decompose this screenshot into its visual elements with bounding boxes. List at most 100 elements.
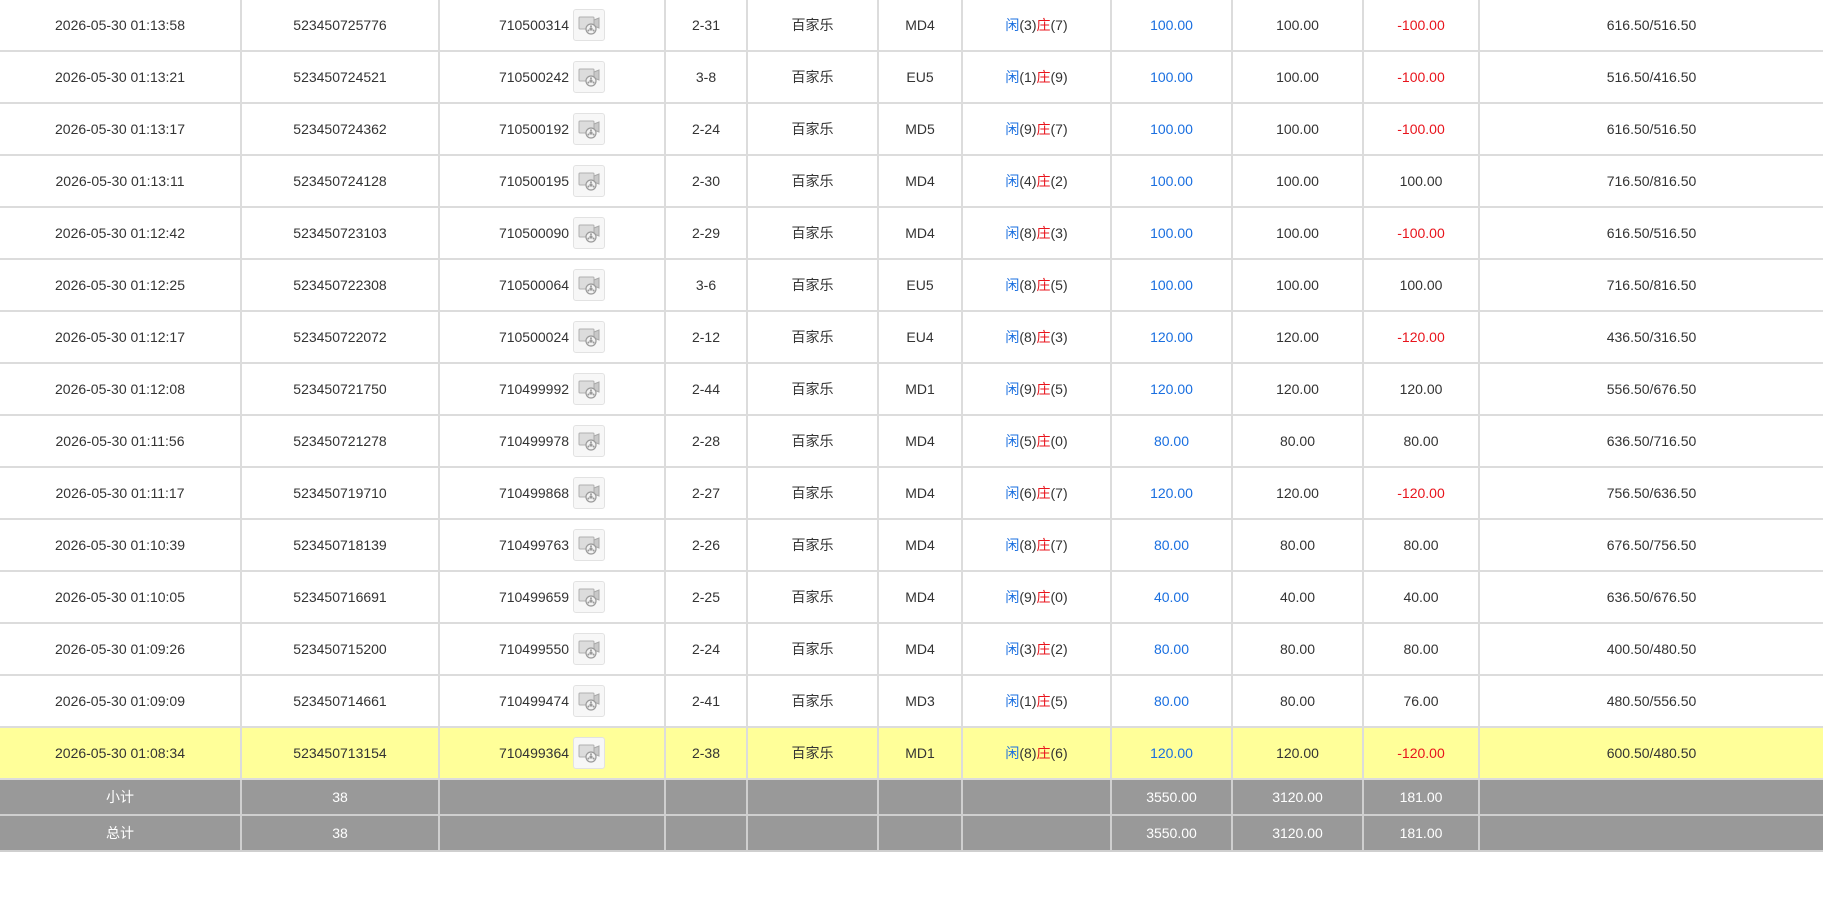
round-id: 710499978 xyxy=(498,433,570,449)
replay-button[interactable] xyxy=(573,581,606,613)
banker-label: 庄 xyxy=(1036,693,1051,709)
player-points: (3) xyxy=(1019,641,1037,657)
table-row: 2026-05-30 01:11:17 523450719710 7104998… xyxy=(0,466,1823,520)
table-code: EU5 xyxy=(877,258,963,312)
replay-button[interactable] xyxy=(573,373,606,405)
total-empty-cell xyxy=(1478,814,1823,852)
bet-time: 2026-05-30 01:13:58 xyxy=(0,0,242,52)
shoe-number: 2-28 xyxy=(664,414,748,468)
subtotal-empty-cell xyxy=(1478,778,1823,816)
bet-amount: 120.00 xyxy=(1110,310,1233,364)
round-id: 710499659 xyxy=(498,589,570,605)
table-code: MD4 xyxy=(877,518,963,572)
game-type: 百家乐 xyxy=(746,466,879,520)
subtotal-count: 38 xyxy=(240,778,440,816)
banker-label: 庄 xyxy=(1036,329,1051,345)
win-loss-amount: -100.00 xyxy=(1362,206,1480,260)
banker-label: 庄 xyxy=(1036,589,1051,605)
game-result: 闲(8)庄(5) xyxy=(961,258,1112,312)
bet-amount: 80.00 xyxy=(1110,674,1233,728)
bet-time: 2026-05-30 01:11:56 xyxy=(0,414,242,468)
table-row: 2026-05-30 01:12:08 523450721750 7104999… xyxy=(0,362,1823,416)
replay-button[interactable] xyxy=(573,9,606,41)
total-bet: 3550.00 xyxy=(1110,814,1233,852)
bet-time: 2026-05-30 01:10:39 xyxy=(0,518,242,572)
subtotal-label: 小计 xyxy=(0,778,242,816)
replay-button[interactable] xyxy=(573,425,606,457)
balance-before-after: 756.50/636.50 xyxy=(1478,466,1823,520)
table-row: 2026-05-30 01:08:34 523450713154 7104993… xyxy=(0,726,1823,780)
banker-label: 庄 xyxy=(1036,277,1051,293)
round-id-cell: 710499868 xyxy=(438,466,666,520)
valid-bet-amount: 100.00 xyxy=(1231,154,1364,208)
game-type: 百家乐 xyxy=(746,674,879,728)
replay-button[interactable] xyxy=(573,217,606,249)
replay-button[interactable] xyxy=(573,61,606,93)
player-points: (4) xyxy=(1019,173,1037,189)
round-id: 710499550 xyxy=(498,641,570,657)
table-row: 2026-05-30 01:09:26 523450715200 7104995… xyxy=(0,622,1823,676)
banker-label: 庄 xyxy=(1036,69,1051,85)
player-points: (3) xyxy=(1019,17,1037,33)
round-id-cell: 710499364 xyxy=(438,726,666,780)
replay-button[interactable] xyxy=(573,113,606,145)
replay-button[interactable] xyxy=(573,633,606,665)
bet-time: 2026-05-30 01:12:25 xyxy=(0,258,242,312)
player-points: (8) xyxy=(1019,277,1037,293)
bet-id: 523450722072 xyxy=(240,310,440,364)
bet-amount: 80.00 xyxy=(1110,622,1233,676)
player-points: (8) xyxy=(1019,329,1037,345)
player-label: 闲 xyxy=(1005,17,1020,33)
round-id-cell: 710500195 xyxy=(438,154,666,208)
game-result: 闲(8)庄(3) xyxy=(961,310,1112,364)
win-loss-amount: 120.00 xyxy=(1362,362,1480,416)
bet-time: 2026-05-30 01:12:17 xyxy=(0,310,242,364)
replay-button[interactable] xyxy=(573,321,606,353)
bet-amount: 120.00 xyxy=(1110,362,1233,416)
bet-time: 2026-05-30 01:13:11 xyxy=(0,154,242,208)
shoe-number: 2-27 xyxy=(664,466,748,520)
game-result: 闲(3)庄(7) xyxy=(961,0,1112,52)
table-row: 2026-05-30 01:12:25 523450722308 7105000… xyxy=(0,258,1823,312)
replay-button[interactable] xyxy=(573,529,606,561)
video-replay-icon xyxy=(578,276,600,295)
banker-points: (2) xyxy=(1050,173,1068,189)
bet-time: 2026-05-30 01:10:05 xyxy=(0,570,242,624)
round-id-cell: 710500242 xyxy=(438,50,666,104)
table-row: 2026-05-30 01:09:09 523450714661 7104994… xyxy=(0,674,1823,728)
replay-button[interactable] xyxy=(573,685,606,717)
game-type: 百家乐 xyxy=(746,258,879,312)
total-row: 总计 38 3550.00 3120.00 181.00 xyxy=(0,814,1823,852)
balance-before-after: 636.50/676.50 xyxy=(1478,570,1823,624)
replay-button[interactable] xyxy=(573,165,606,197)
bet-time: 2026-05-30 01:09:26 xyxy=(0,622,242,676)
game-type: 百家乐 xyxy=(746,0,879,52)
round-id-cell: 710499659 xyxy=(438,570,666,624)
round-id-cell: 710499550 xyxy=(438,622,666,676)
game-type: 百家乐 xyxy=(746,622,879,676)
game-result: 闲(9)庄(7) xyxy=(961,102,1112,156)
bet-time: 2026-05-30 01:13:21 xyxy=(0,50,242,104)
banker-points: (7) xyxy=(1050,485,1068,501)
bet-amount: 100.00 xyxy=(1110,50,1233,104)
player-points: (1) xyxy=(1019,69,1037,85)
banker-label: 庄 xyxy=(1036,641,1051,657)
table-row: 2026-05-30 01:13:17 523450724362 7105001… xyxy=(0,102,1823,156)
banker-points: (7) xyxy=(1050,121,1068,137)
player-points: (5) xyxy=(1019,433,1037,449)
total-win-loss: 181.00 xyxy=(1362,814,1480,852)
replay-button[interactable] xyxy=(573,737,606,769)
bet-time: 2026-05-30 01:12:08 xyxy=(0,362,242,416)
replay-button[interactable] xyxy=(573,269,606,301)
total-empty-cell xyxy=(961,814,1112,852)
table-code: MD4 xyxy=(877,570,963,624)
win-loss-amount: 40.00 xyxy=(1362,570,1480,624)
win-loss-amount: -120.00 xyxy=(1362,310,1480,364)
video-replay-icon xyxy=(578,224,600,243)
valid-bet-amount: 100.00 xyxy=(1231,102,1364,156)
subtotal-win-loss: 181.00 xyxy=(1362,778,1480,816)
replay-button[interactable] xyxy=(573,477,606,509)
round-id: 710499474 xyxy=(498,693,570,709)
banker-points: (7) xyxy=(1050,17,1068,33)
shoe-number: 2-41 xyxy=(664,674,748,728)
